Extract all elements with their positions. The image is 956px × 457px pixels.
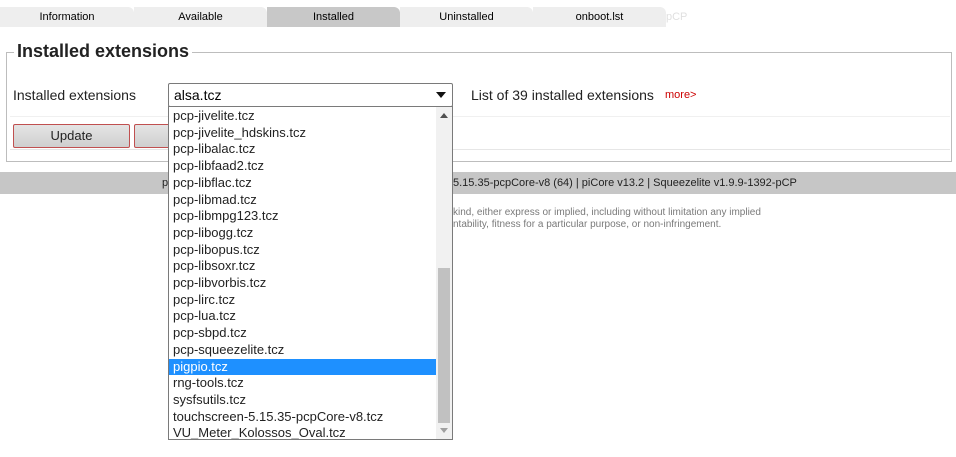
dropdown-option[interactable]: pcp-sbpd.tcz [169,325,436,342]
dropdown-option[interactable]: touchscreen-5.15.35-pcpCore-v8.tcz [169,409,436,426]
tab-onboot-lst[interactable]: onboot.lst [533,7,666,27]
scrollbar-thumb[interactable] [438,268,450,423]
dropdown-option[interactable]: pcp-libmad.tcz [169,192,436,209]
version-text: 5.15.35-pcpCore-v8 (64) | piCore v13.2 |… [453,177,797,189]
tab-installed[interactable]: Installed [267,7,400,27]
extensions-dropdown-list[interactable]: pcp-jivelite.tcz pcp-jivelite_hdskins.tcz… [168,106,453,440]
row-divider [10,149,950,150]
disclaimer-line-1: kind, either express or implied, includi… [453,207,761,218]
chevron-down-icon[interactable] [436,92,446,98]
tab-bar: Information Available Installed Uninstal… [0,7,956,27]
update-button[interactable]: Update [13,124,130,148]
scroll-up-arrow-icon[interactable] [440,113,448,118]
dropdown-option[interactable]: pcp-jivelite.tcz [169,108,436,125]
dropdown-option[interactable]: pcp-libogg.tcz [169,225,436,242]
tab-ghost-text: pCP [666,11,688,23]
disclaimer-line-2: ntability, fitness for a particular purp… [453,219,722,230]
tab-information[interactable]: Information [0,7,134,27]
dropdown-scrollbar[interactable] [436,107,452,439]
tab-available[interactable]: Available [134,7,267,27]
section-legend: Installed extensions [14,41,193,62]
installed-count-text: List of 39 installed extensions [471,87,654,103]
more-link[interactable]: more> [665,89,697,101]
dropdown-option[interactable]: pcp-squeezelite.tcz [169,342,436,359]
dropdown-option[interactable]: pcp-libopus.tcz [169,242,436,259]
dropdown-option[interactable]: pcp-jivelite_hdskins.tcz [169,125,436,142]
dropdown-option[interactable]: pcp-lua.tcz [169,308,436,325]
scroll-down-arrow-icon[interactable] [440,428,448,433]
dropdown-option[interactable]: pcp-libfaad2.tcz [169,158,436,175]
dropdown-option[interactable]: VU_Meter_Kolossos_Oval.tcz [169,425,436,439]
dropdown-option[interactable]: pcp-lirc.tcz [169,292,436,309]
dropdown-option[interactable]: pcp-libvorbis.tcz [169,275,436,292]
extensions-select[interactable]: alsa.tcz [168,83,453,107]
installed-extensions-label: Installed extensions [13,87,136,103]
tab-uninstalled[interactable]: Uninstalled [400,7,533,27]
version-bar: p 5.15.35-pcpCore-v8 (64) | piCore v13.2… [0,172,956,194]
dropdown-option[interactable]: rng-tools.tcz [169,375,436,392]
dropdown-option[interactable]: pigpio.tcz [169,358,436,376]
row-divider [10,116,950,117]
dropdown-option[interactable]: pcp-libsoxr.tcz [169,258,436,275]
dropdown-option[interactable]: sysfsutils.tcz [169,392,436,409]
select-value: alsa.tcz [174,87,222,103]
dropdown-option[interactable]: pcp-libmpg123.tcz [169,208,436,225]
dropdown-option[interactable]: pcp-libflac.tcz [169,175,436,192]
dropdown-option[interactable]: pcp-libalac.tcz [169,141,436,158]
